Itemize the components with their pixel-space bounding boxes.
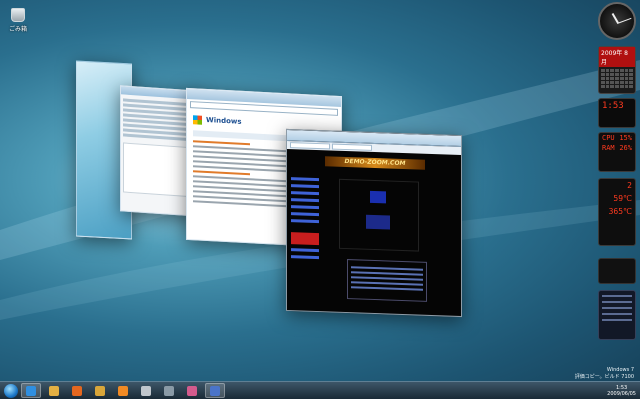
media-player-taskbar-button[interactable] (113, 383, 133, 398)
monitor-row: 365℃ (599, 205, 635, 218)
monitor-gadget[interactable]: 2 59℃ 365℃ (598, 178, 636, 246)
flip3d-icon (210, 385, 220, 396)
site-sidebar[interactable] (291, 173, 319, 263)
paint-icon (187, 385, 197, 396)
ie-brand-text: Windows (206, 115, 242, 126)
ram-label: RAM (602, 144, 615, 152)
cpu-meter-gadget[interactable]: CPU 15% RAM 26% (598, 132, 636, 172)
flip3d-taskbar-button[interactable] (205, 383, 225, 398)
cpu-row: CPU 15% (599, 133, 635, 143)
explorer-taskbar-button[interactable] (44, 383, 64, 398)
system-tray-clock[interactable]: 1:53 2009/06/05 (607, 385, 636, 397)
front-browser-window[interactable]: DEMO-ZOOM.COM (286, 128, 462, 318)
paint-taskbar-button[interactable] (182, 383, 202, 398)
ram-row: RAM 26% (599, 143, 635, 153)
watermark-line-2: 評価コピー。ビルド 7100 (574, 374, 634, 380)
media-player-icon (118, 385, 128, 396)
digital-clock-gadget[interactable]: 1:53 (598, 98, 636, 128)
tray-date: 2009/06/05 (607, 390, 636, 397)
windows-logo-icon (193, 114, 202, 125)
firefox-icon (72, 385, 82, 396)
clock-gadget[interactable] (598, 2, 636, 40)
monitor-row: 2 (599, 179, 635, 192)
monitor-value-3: 365℃ (608, 207, 632, 216)
monitor-row: 59℃ (599, 192, 635, 205)
calendar-grid (599, 67, 635, 90)
watermark-line-1: Windows 7 (606, 367, 634, 373)
firefox-taskbar-button[interactable] (67, 383, 87, 398)
calendar-header: 2009年 8月 (599, 47, 635, 67)
digital-clock-time: 1:53 (602, 101, 624, 111)
eval-watermark: Windows 7 評価コピー。ビルド 7100 (575, 367, 634, 381)
site-link-list[interactable] (347, 259, 427, 302)
taskbar: 1:53 2009/06/05 (0, 381, 640, 399)
cpu-label: CPU (602, 134, 615, 142)
recycle-bin-icon[interactable]: ごみ箱 (6, 8, 30, 33)
ram-value: 26% (619, 144, 632, 152)
recycle-bin-label: ごみ箱 (8, 26, 27, 33)
explorer-icon (49, 385, 59, 396)
app-taskbar-button[interactable] (159, 383, 179, 398)
ie-taskbar-button[interactable] (21, 383, 41, 398)
site-banner[interactable]: DEMO-ZOOM.COM (325, 156, 425, 170)
cpu-value: 15% (619, 134, 632, 142)
monitor-value-1: 2 (627, 181, 632, 190)
front-browser-content: DEMO-ZOOM.COM (287, 149, 461, 315)
feed-gadget[interactable] (598, 290, 636, 340)
settings-icon (141, 385, 151, 396)
slideshow-gadget[interactable] (598, 258, 636, 284)
taskbar-buttons (18, 383, 225, 398)
trash-icon (11, 8, 25, 22)
ie-icon (26, 385, 36, 396)
monitor-value-2: 59℃ (613, 194, 632, 203)
folder-icon (95, 385, 105, 396)
start-button[interactable] (4, 383, 18, 398)
folder-taskbar-button[interactable] (90, 383, 110, 398)
site-center-panel (339, 178, 419, 252)
calendar-gadget[interactable]: 2009年 8月 (598, 46, 636, 94)
app-icon (164, 385, 174, 396)
settings-taskbar-button[interactable] (136, 383, 156, 398)
clock-minute-hand (617, 17, 632, 24)
